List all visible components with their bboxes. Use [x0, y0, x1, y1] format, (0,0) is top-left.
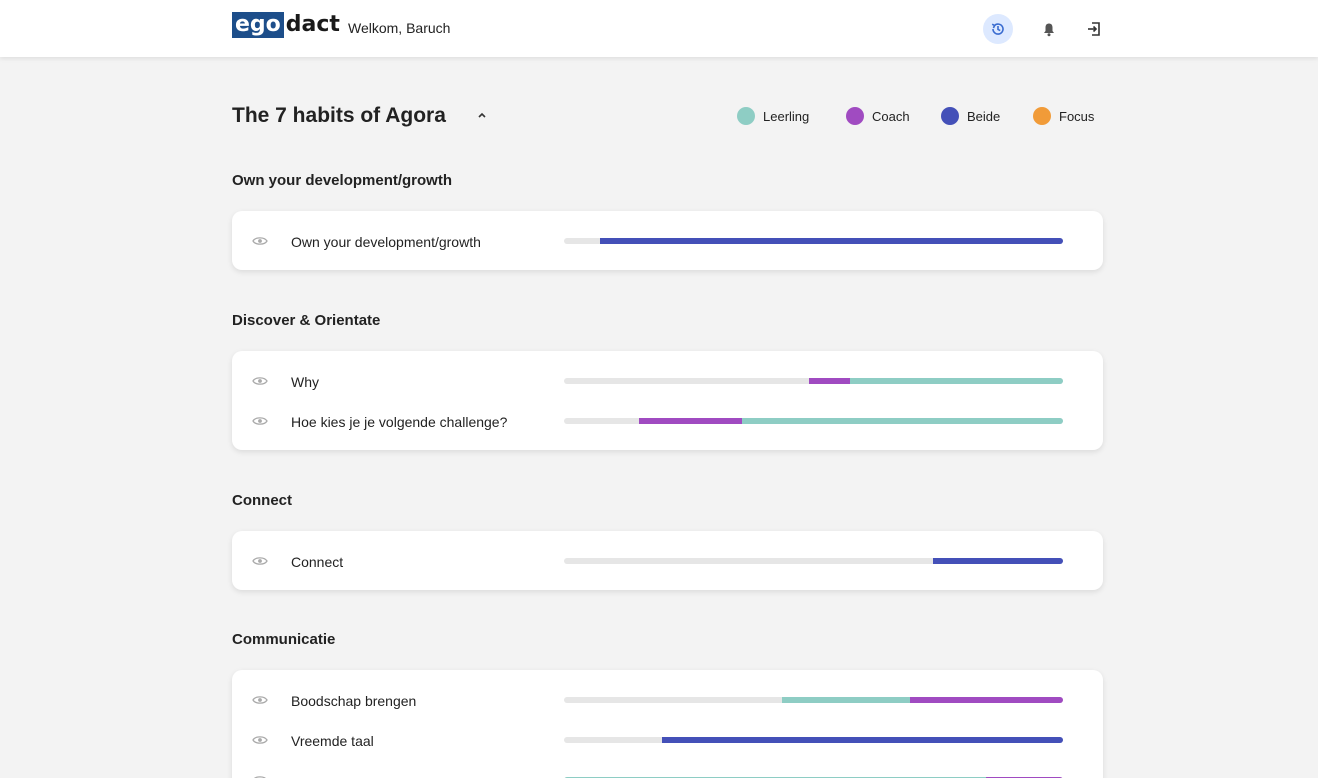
logo-ego: ego [232, 12, 284, 38]
section-title: Connect [232, 492, 292, 509]
eye-icon[interactable] [252, 694, 268, 706]
welcome-text: Welkom, Baruch [348, 20, 451, 36]
legend-label: Beide [967, 108, 1001, 124]
page-title: The 7 habits of Agora [232, 104, 446, 127]
chevron-up-icon[interactable] [476, 109, 488, 121]
legend-item-focus: Focus [1033, 107, 1094, 125]
egodact-logo[interactable]: ego dact [232, 12, 340, 38]
habit-label: Boodschap brengen [291, 693, 417, 709]
progress-segment [638, 418, 743, 424]
progress-segment [742, 418, 1063, 424]
top-bar: ego dact Welkom, Baruch [0, 0, 1318, 57]
section-title: Discover & Orientate [232, 312, 381, 329]
legend-label: Focus [1059, 108, 1095, 124]
progress-segment [850, 378, 1063, 384]
legend-label: Coach [872, 108, 910, 124]
legend-label: Leerling [763, 108, 810, 124]
progress-track [564, 697, 1063, 703]
habit-card: Boodschap brengen Vreemde taal [232, 670, 1103, 778]
progress-segment [910, 697, 1063, 703]
progress-track [564, 238, 1063, 244]
progress-track [564, 558, 1063, 564]
eye-icon[interactable] [252, 555, 268, 567]
history-button[interactable] [983, 14, 1013, 44]
habit-label: Vreemde taal [291, 733, 374, 749]
eye-icon[interactable] [252, 235, 268, 247]
habit-label: Connect [291, 554, 344, 570]
eye-icon[interactable] [252, 734, 268, 746]
progress-track [564, 418, 1063, 424]
habit-label: Own your development/growth [291, 234, 481, 250]
bell-icon [1044, 23, 1054, 36]
habit-card: Why Hoe kies je je volgende challenge? [232, 351, 1103, 450]
logout-icon [1088, 22, 1100, 36]
progress-segment [808, 378, 851, 384]
eye-icon[interactable] [252, 375, 268, 387]
habit-row[interactable]: Boodschap brengen [232, 691, 1103, 711]
logo-dact: dact [285, 12, 340, 37]
habit-card: Connect [232, 531, 1103, 590]
legend-item-beide: Beide [941, 107, 1000, 125]
habit-row[interactable]: Own your development/growth [232, 232, 1103, 252]
notifications-button[interactable] [1034, 14, 1064, 44]
history-icon [991, 23, 1004, 35]
legend-dot [846, 107, 864, 125]
progress-track [564, 378, 1063, 384]
habit-row[interactable]: Connect [232, 552, 1103, 572]
legend-dot [737, 107, 755, 125]
habit-row[interactable] [232, 771, 1103, 778]
habit-row[interactable]: Why [232, 372, 1103, 392]
progress-segment [782, 697, 911, 703]
eye-icon[interactable] [252, 415, 268, 427]
habit-label: Why [291, 374, 319, 390]
progress-segment [661, 737, 1063, 743]
progress-segment [933, 558, 1063, 564]
progress-segment [599, 238, 1063, 244]
legend-dot [1033, 107, 1051, 125]
legend-dot [941, 107, 959, 125]
habit-card: Own your development/growth [232, 211, 1103, 270]
section-title: Communicatie [232, 631, 336, 648]
section-title: Own your development/growth [232, 172, 453, 189]
legend-item-leerling: Leerling [737, 107, 809, 125]
habit-row[interactable]: Hoe kies je je volgende challenge? [232, 412, 1103, 432]
logout-button[interactable] [1079, 14, 1109, 44]
eye-icon[interactable] [252, 774, 268, 778]
progress-track [564, 737, 1063, 743]
habit-label: Hoe kies je je volgende challenge? [291, 414, 508, 430]
legend-item-coach: Coach [846, 107, 910, 125]
habit-row[interactable]: Vreemde taal [232, 731, 1103, 751]
